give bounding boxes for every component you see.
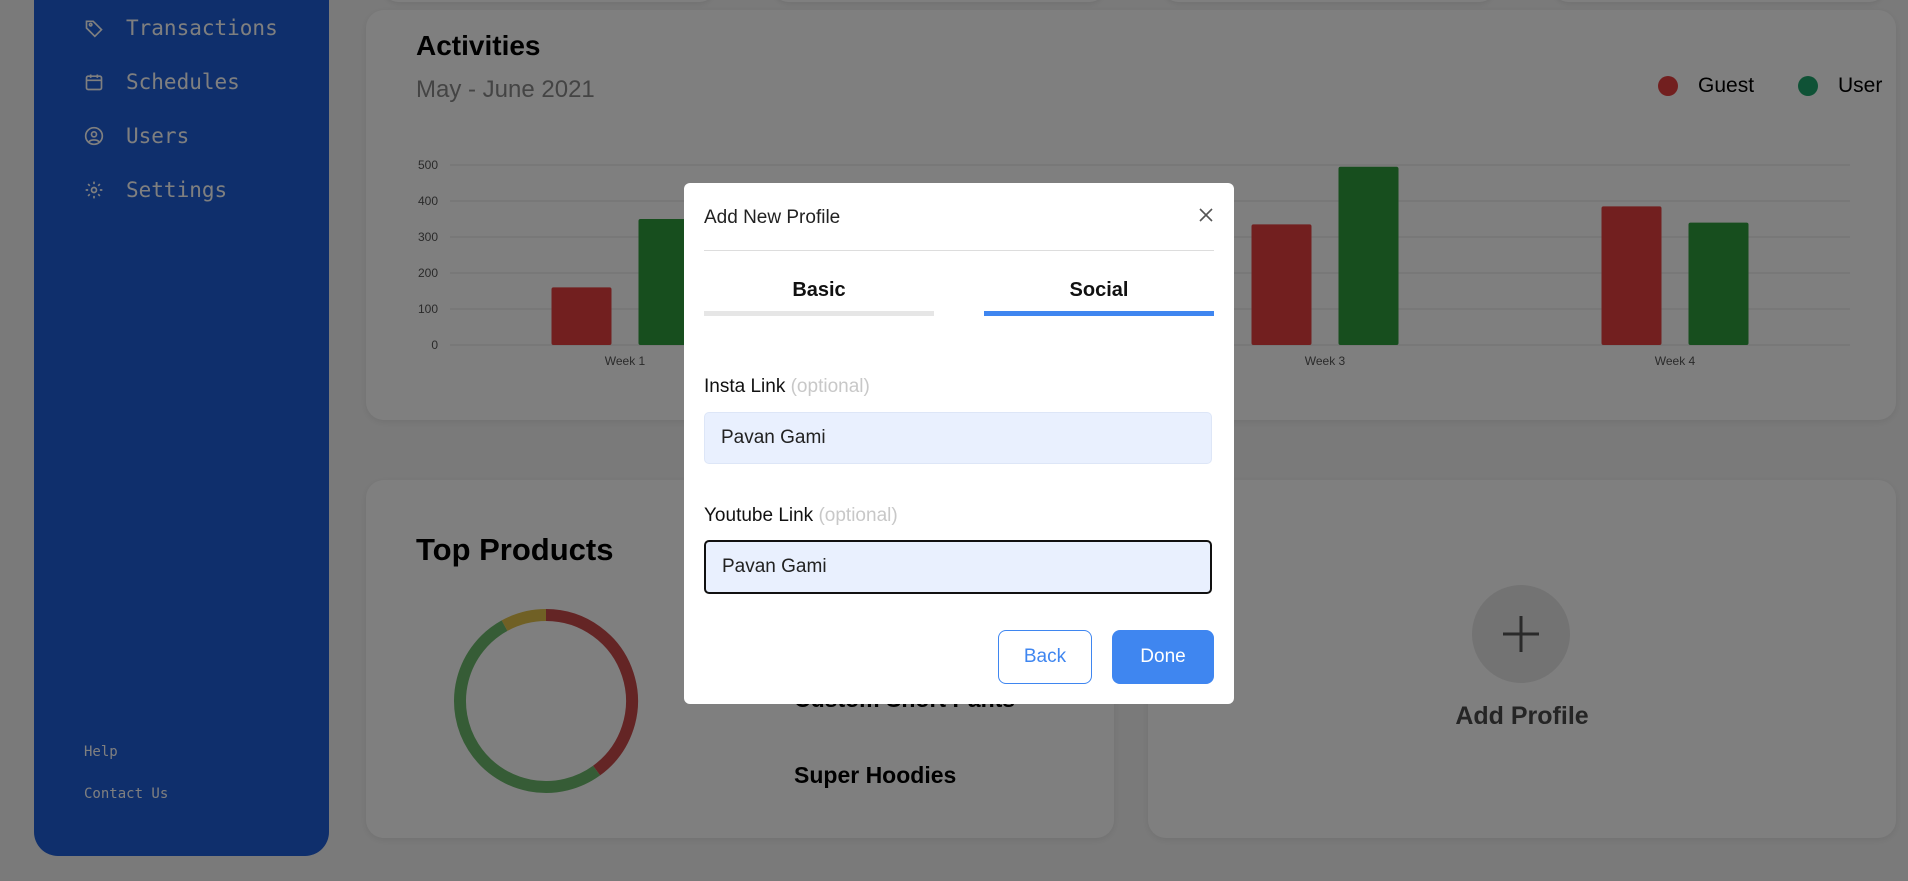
tab-social[interactable]: Social [984, 279, 1214, 316]
modal-divider [704, 250, 1214, 251]
tab-basic[interactable]: Basic [704, 279, 934, 316]
insta-link-label: Insta Link (optional) [704, 376, 870, 398]
youtube-link-label: Youtube Link (optional) [704, 505, 898, 527]
back-button[interactable]: Back [998, 630, 1092, 684]
youtube-link-input[interactable] [704, 540, 1212, 594]
field-label-text: Insta Link [704, 376, 786, 397]
optional-hint: (optional) [818, 505, 898, 526]
field-label-text: Youtube Link [704, 505, 814, 526]
modal-title: Add New Profile [704, 207, 841, 228]
optional-hint: (optional) [790, 376, 870, 397]
add-profile-modal: Add New Profile Basic Social Insta Link … [684, 183, 1234, 704]
insta-link-input[interactable] [704, 412, 1212, 464]
done-button[interactable]: Done [1112, 630, 1214, 684]
close-icon[interactable] [1194, 203, 1218, 227]
